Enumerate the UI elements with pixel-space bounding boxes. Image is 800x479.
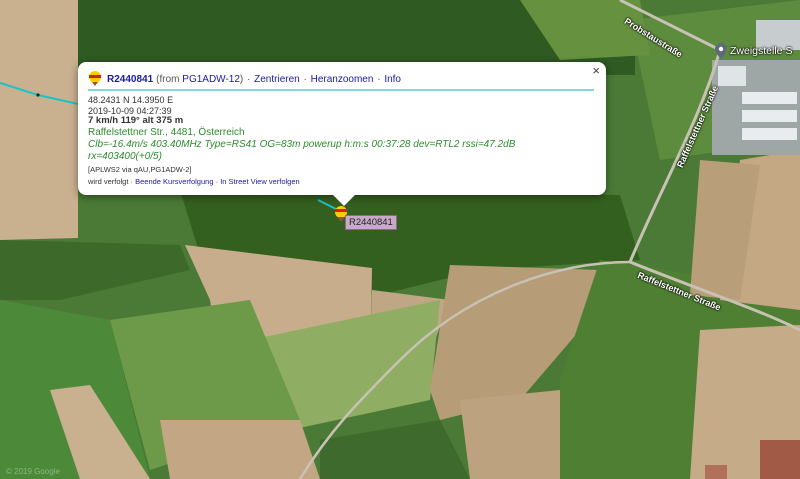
location-pin-icon (715, 43, 727, 59)
balloon-icon (89, 71, 101, 86)
tracked-text: wird verfolgt · (88, 176, 134, 186)
coordinates: 48.2431 N 14.3950 E (88, 95, 174, 105)
map-watermark: © 2019 Google (6, 467, 60, 476)
marker-label[interactable]: R2440841 (345, 215, 397, 230)
popup-tail (333, 195, 355, 206)
poi-label: Zweigstelle S (730, 45, 793, 57)
center-link[interactable]: Zentrieren (254, 74, 300, 85)
field-top-left (0, 0, 78, 240)
from-prefix: (from (156, 73, 180, 85)
popup-header: R2440841 (from PG1ADW-12) · Zentrieren ·… (88, 70, 594, 88)
comment-line-2: rx=403400(+0/5) (88, 151, 162, 162)
header-divider (88, 89, 594, 91)
info-link[interactable]: Info (384, 74, 401, 85)
street-view-link[interactable]: In Street View verfolgen (220, 177, 300, 186)
packet-path: [APLWS2 via qAU,PG1ADW-2] (88, 164, 192, 174)
speed-altitude: 7 km/h 119° alt 375 m (88, 115, 184, 126)
from-suffix: ) (239, 73, 244, 85)
stop-tracking-link[interactable]: Beende Kursverfolgung (135, 177, 213, 186)
address: Raffelstettner Str., 4481, Österreich (88, 126, 245, 138)
station-info-popup: × R2440841 (from PG1ADW-12) · Zentrieren… (78, 62, 606, 206)
close-icon[interactable]: × (592, 64, 600, 78)
from-station-link[interactable]: PG1ADW-12 (182, 74, 240, 85)
zoom-in-link[interactable]: Heranzoomen (311, 74, 374, 85)
comment-line-1: Clb=-16.4m/s 403.40MHz Type=RS41 OG=83m … (88, 138, 516, 150)
tracking-status: wird verfolgt · Beende Kursverfolgung · … (88, 176, 300, 186)
poi-marker[interactable]: Zweigstelle S (715, 43, 792, 59)
callsign-link[interactable]: R2440841 (107, 74, 153, 85)
